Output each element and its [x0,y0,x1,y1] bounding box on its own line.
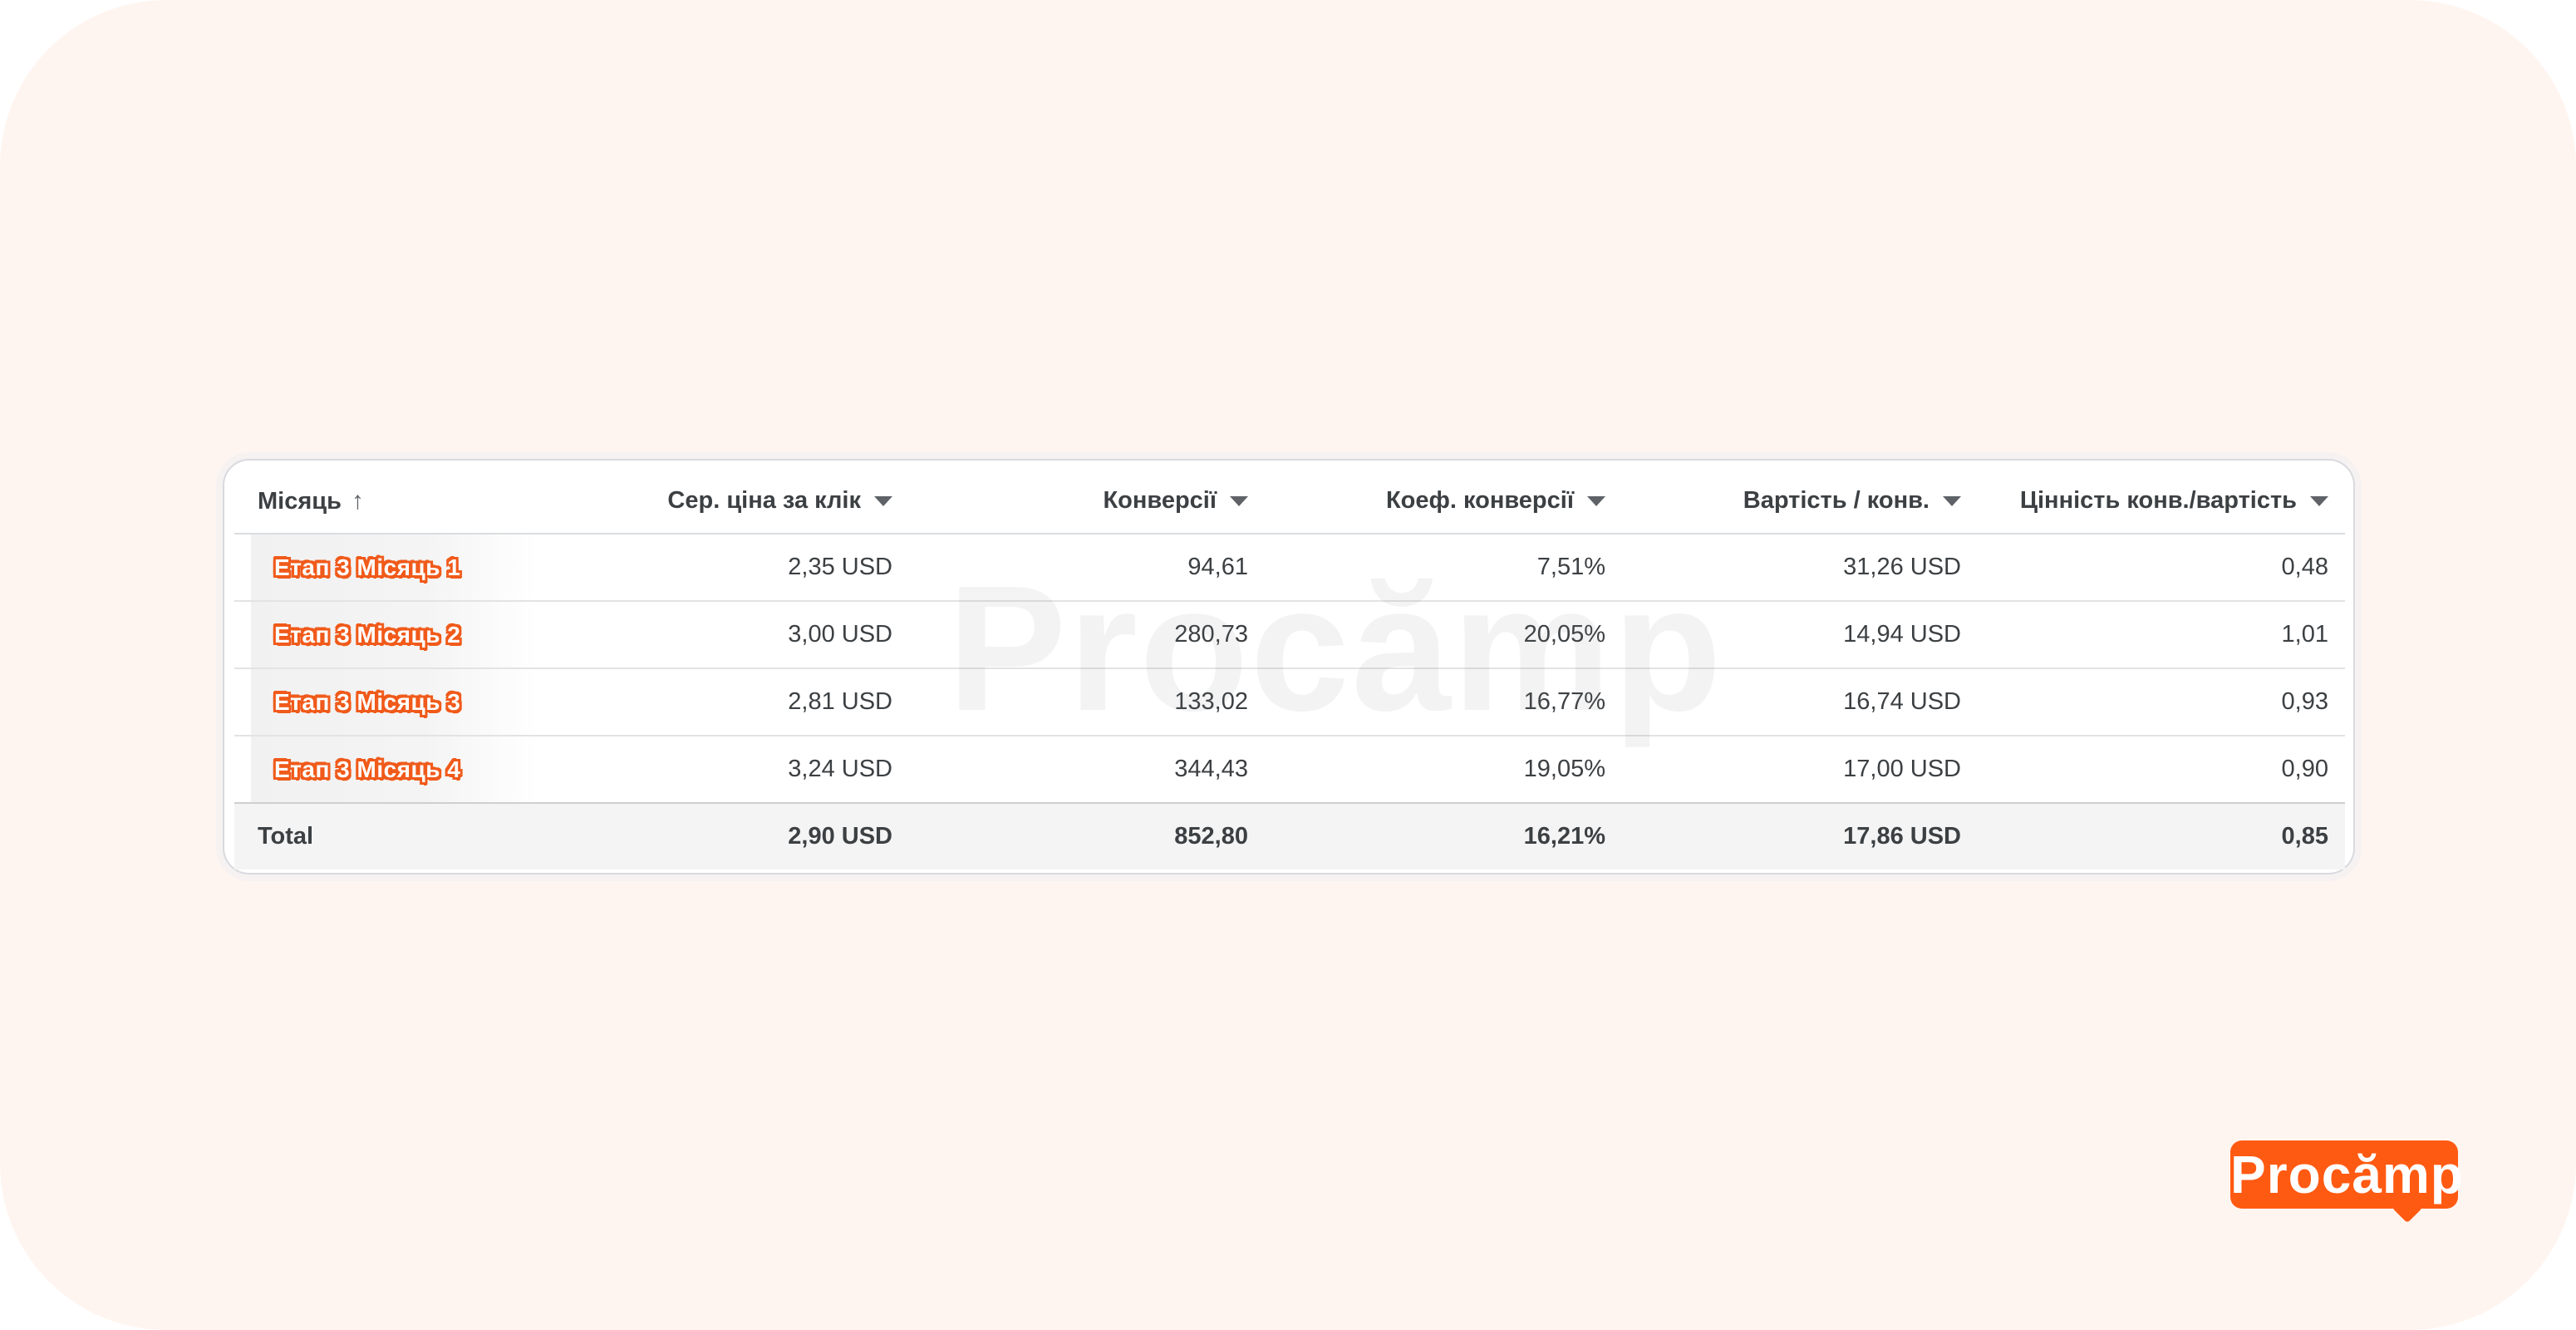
month-label-box: Етап 3 Місяць 4 [251,736,538,802]
avg-cpc-cell: 2,81 USD [550,668,909,736]
month-label: Етап 3 Місяць 1 [274,554,461,580]
conversions-cell: 133,02 [909,668,1265,736]
month-label-box: Етап 3 Місяць 1 [251,534,538,600]
table-row: Етап 3 Місяць 4 3,24 USD 344,43 19,05% 1… [234,736,2345,804]
table-row: Етап 3 Місяць 1 2,35 USD 94,61 7,51% 31,… [234,534,2345,602]
value-cost-cell: 1,01 [1978,601,2345,669]
caret-down-icon[interactable] [1587,496,1605,507]
caret-down-icon[interactable] [1943,496,1961,507]
conversions-cell: 94,61 [909,534,1265,602]
total-value-cost: 0,85 [1978,803,2345,869]
cost-per-conv-cell: 17,00 USD [1622,736,1978,804]
value-cost-cell: 0,90 [1978,736,2345,804]
report-table-card: Місяць ↑ Сер. ціна за клік Конверсії Коеф… [223,459,2355,874]
total-cost-per-conv: 17,86 USD [1622,803,1978,869]
month-label: Етап 3 Місяць 2 [274,622,461,648]
table-header-row: Місяць ↑ Сер. ціна за клік Конверсії Коеф… [234,469,2345,534]
value-cost-cell: 0,48 [1978,534,2345,602]
caret-down-icon[interactable] [2310,496,2328,507]
procamp-logo: Procămp [2230,1140,2463,1209]
column-header-avg-cpc[interactable]: Сер. ціна за клік [550,469,909,534]
total-label: Total [234,803,550,869]
column-header-label: Місяць [258,487,342,515]
value-cost-cell: 0,93 [1978,668,2345,736]
conv-rate-cell: 19,05% [1265,736,1622,804]
conversions-cell: 344,43 [909,736,1265,804]
month-cell: Етап 3 Місяць 3 [234,668,550,736]
column-header-value-cost[interactable]: Цінність конв./вартість [1978,469,2345,534]
conversions-cell: 280,73 [909,601,1265,669]
month-cell: Етап 3 Місяць 2 [234,601,550,669]
column-header-month[interactable]: Місяць ↑ [234,469,550,534]
column-header-label: Вартість / конв. [1743,487,1930,514]
conv-rate-cell: 16,77% [1265,668,1622,736]
month-label-box: Етап 3 Місяць 3 [251,669,538,735]
month-label: Етап 3 Місяць 3 [274,689,461,715]
table-row: Етап 3 Місяць 2 3,00 USD 280,73 20,05% 1… [234,601,2345,669]
total-avg-cpc: 2,90 USD [550,803,909,869]
conv-rate-cell: 20,05% [1265,601,1622,669]
column-header-label: Сер. ціна за клік [667,487,861,514]
column-header-conv-rate[interactable]: Коеф. конверсії [1265,469,1622,534]
month-cell: Етап 3 Місяць 1 [234,534,550,602]
avg-cpc-cell: 2,35 USD [550,534,909,602]
month-label-box: Етап 3 Місяць 2 [251,602,538,667]
avg-cpc-cell: 3,24 USD [550,736,909,804]
cost-per-conv-cell: 16,74 USD [1622,668,1978,736]
conv-rate-cell: 7,51% [1265,534,1622,602]
total-conversions: 852,80 [909,803,1265,869]
slide-background: Місяць ↑ Сер. ціна за клік Конверсії Коеф… [0,0,2576,1330]
column-header-conversions[interactable]: Конверсії [909,469,1265,534]
month-label: Етап 3 Місяць 4 [274,756,461,782]
column-header-label: Конверсії [1103,487,1217,514]
column-header-cost-per-conv[interactable]: Вартість / конв. [1622,469,1978,534]
report-table: Місяць ↑ Сер. ціна за клік Конверсії Коеф… [234,469,2345,869]
total-conv-rate: 16,21% [1265,803,1622,869]
table-total-row: Total 2,90 USD 852,80 16,21% 17,86 USD 0… [234,803,2345,869]
caret-down-icon[interactable] [1230,496,1248,507]
arrow-up-icon[interactable]: ↑ [351,487,364,515]
month-cell: Етап 3 Місяць 4 [234,736,550,804]
column-header-label: Коеф. конверсії [1385,487,1574,514]
table-row: Етап 3 Місяць 3 2,81 USD 133,02 16,77% 1… [234,668,2345,736]
cost-per-conv-cell: 14,94 USD [1622,601,1978,669]
avg-cpc-cell: 3,00 USD [550,601,909,669]
caret-down-icon[interactable] [874,496,892,507]
column-header-label: Цінність конв./вартість [2019,487,2297,514]
cost-per-conv-cell: 31,26 USD [1622,534,1978,602]
